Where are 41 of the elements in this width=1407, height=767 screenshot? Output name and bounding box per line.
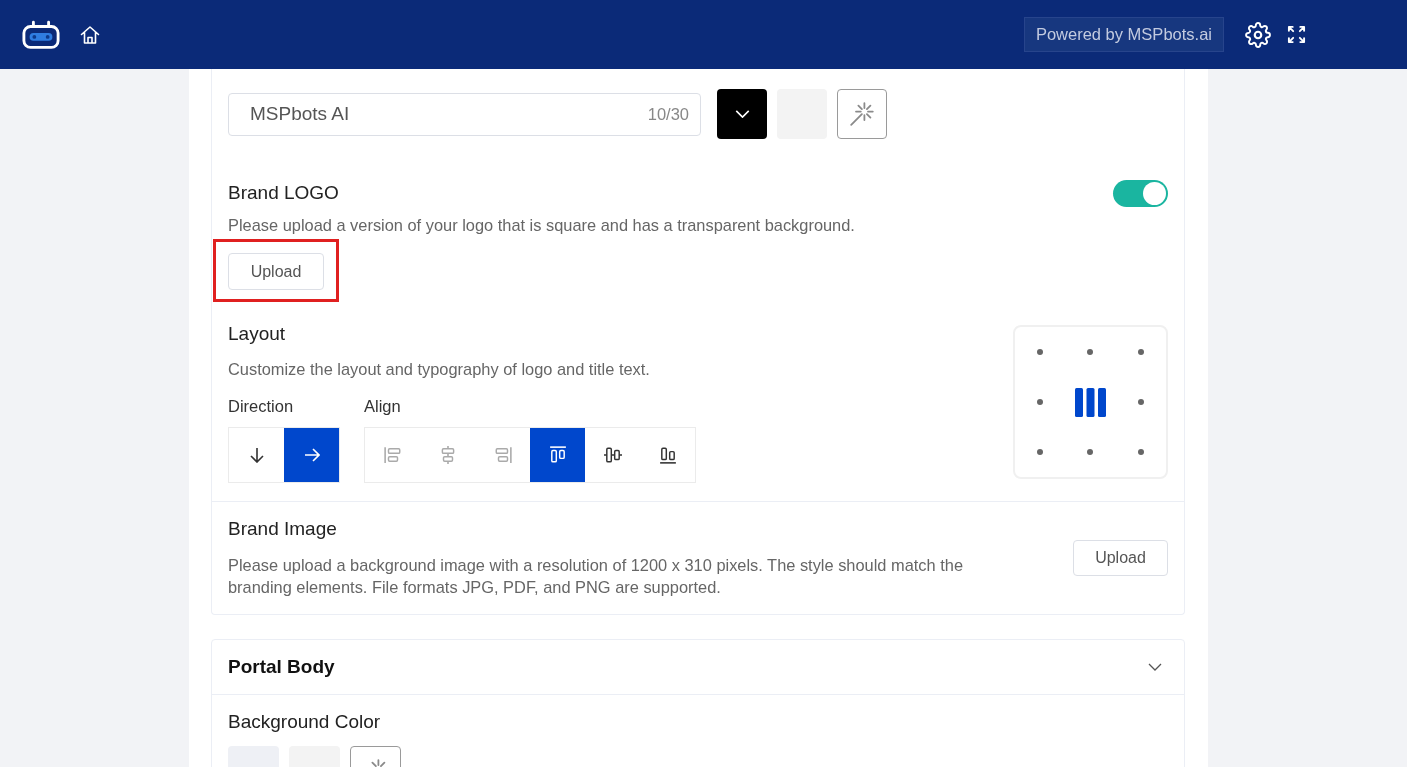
position-dot[interactable] [1037,349,1044,355]
chevron-down-icon[interactable] [1148,663,1162,671]
custom-color-button[interactable] [837,89,887,139]
align-middle-icon [603,446,622,464]
arrow-down-icon [248,447,265,463]
home-icon[interactable] [80,24,100,45]
align-left-icon [383,446,402,464]
upload-button[interactable]: Upload [228,253,324,290]
section-heading: Brand Image [228,517,338,541]
section-description: Please upload a background image with a resolution of 1200 x 310 pixels. The style should match the branding elements. File formats JPG, PDF, and PNG are supported. [228,555,964,598]
position-dot[interactable] [1137,399,1144,405]
logo-bars-icon[interactable] [1075,387,1106,417]
section-title: Portal Body [228,655,335,679]
section-description: Customize the layout and typography of logo and title text. [228,359,651,380]
position-dot[interactable] [1137,349,1144,355]
arrow-right-icon [303,447,320,463]
position-dot[interactable] [1037,449,1044,455]
chevron-down-icon [734,110,750,118]
section-heading: Brand LOGO [228,181,339,205]
character-counter: 10/30 [647,104,689,124]
position-dot[interactable] [1087,449,1094,455]
align-button[interactable] [530,428,585,482]
align-bottom-icon [658,446,677,464]
upload-button[interactable]: Upload [1073,539,1168,576]
robot-logo-icon[interactable] [22,19,60,50]
position-dot[interactable] [1037,399,1044,405]
control-label: Direction [228,396,295,417]
fullscreen-icon[interactable] [1287,25,1306,44]
magic-wand-icon [850,102,874,126]
field-label: Background Color [228,710,382,734]
toggle-switch[interactable] [1113,179,1168,207]
control-label: Align [364,396,402,417]
settings-icon[interactable] [1245,21,1271,48]
align-right-icon [493,446,512,464]
powered-by-label: Powered by MSPbots.ai [1023,17,1224,52]
position-dot[interactable] [1087,349,1094,355]
position-dot[interactable] [1137,449,1144,455]
section-description: Please upload a version of your logo that is square and has a transparent background. [228,215,856,236]
color-picker-swatch[interactable] [717,89,767,139]
section-heading: Layout [228,322,287,346]
align-top-icon [548,446,567,464]
